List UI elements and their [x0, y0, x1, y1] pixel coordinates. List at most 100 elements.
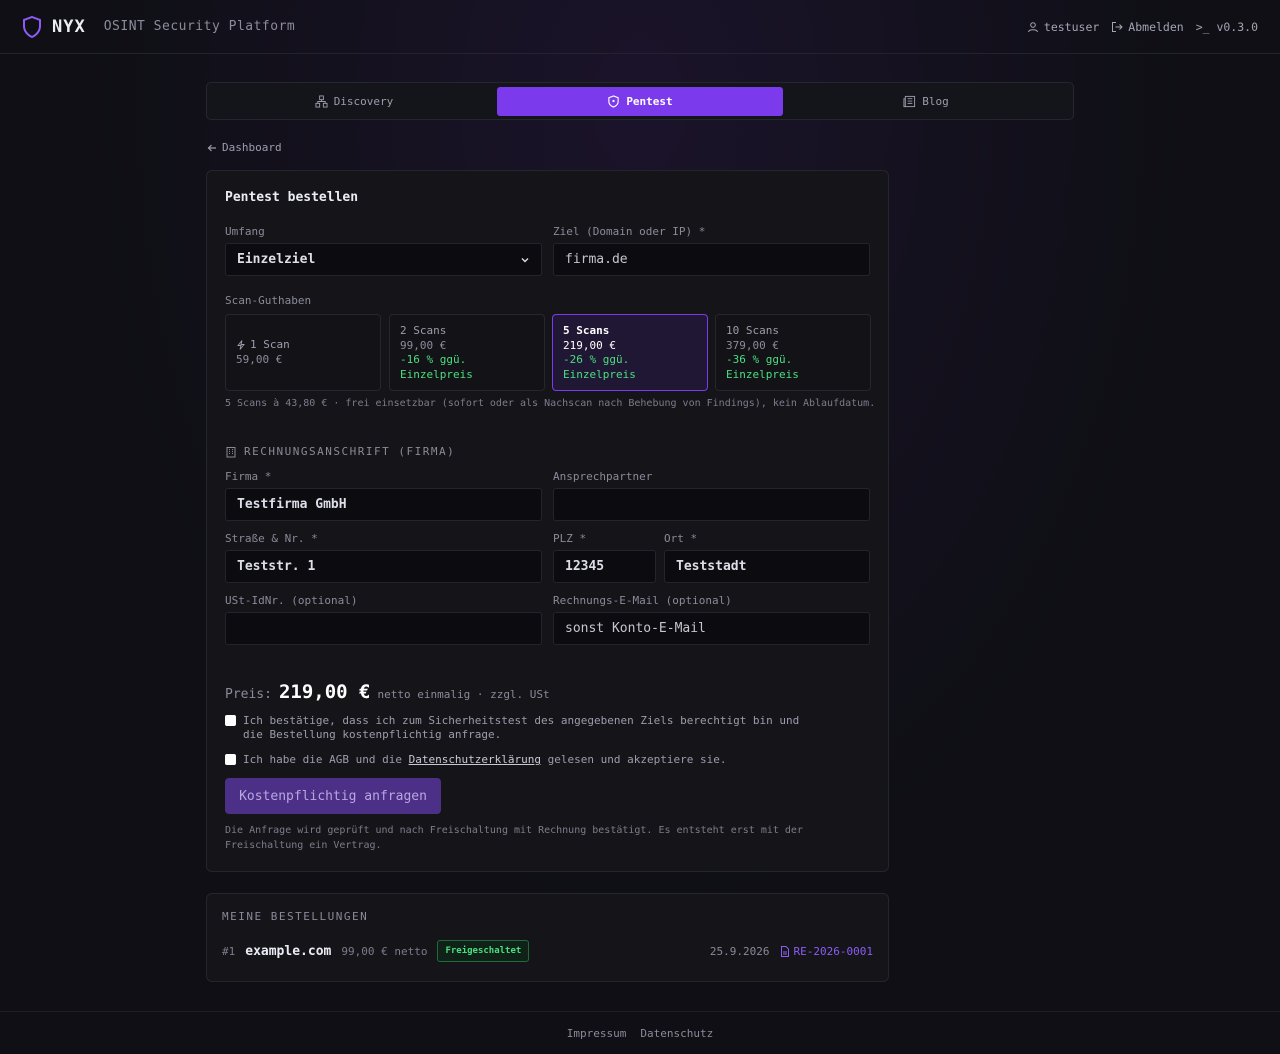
street-input[interactable]: Teststr. 1	[225, 550, 542, 583]
invoice-number: RE-2026-0001	[793, 944, 873, 958]
privacy-link[interactable]: Datenschutz	[640, 1027, 713, 1040]
credit-title: 10 Scans	[726, 324, 779, 337]
credit-saving-note: Einzelpreis	[726, 367, 799, 381]
billing-section-heading: RECHNUNGSANSCHRIFT (FIRMA)	[225, 445, 455, 458]
credit-option-2[interactable]: 2 Scans 99,00 € -16 % ggü. Einzelpreis	[389, 314, 545, 391]
invoice-link[interactable]: RE-2026-0001	[780, 945, 873, 958]
street-value: Teststr. 1	[237, 559, 316, 574]
city-input[interactable]: Teststadt	[664, 550, 870, 583]
credit-title: 2 Scans	[400, 324, 447, 337]
credit-option-5-selected[interactable]: 5 Scans 219,00 € -26 % ggü. Einzelpreis	[552, 314, 708, 391]
chevron-down-icon	[521, 257, 529, 262]
form-title: Pentest bestellen	[225, 190, 359, 205]
agb-suffix: gelesen und akzeptiere sie.	[547, 753, 727, 766]
pentest-order-form: Pentest bestellen Umfang Einzelziel Ziel…	[206, 170, 889, 872]
order-domain: example.com	[245, 943, 332, 959]
shield-icon	[608, 94, 620, 108]
contact-input[interactable]	[553, 488, 870, 521]
street-label: Straße & Nr. *	[225, 532, 318, 545]
agb-prefix: Ich habe die AGB und die	[243, 753, 402, 766]
vat-input[interactable]	[225, 612, 542, 645]
order-amount: 99,00 € netto	[341, 944, 428, 958]
target-input[interactable]: firma.de	[553, 243, 870, 276]
credit-saving-note: Einzelpreis	[563, 367, 636, 381]
contact-label: Ansprechpartner	[553, 470, 653, 483]
arrow-left-icon	[207, 144, 216, 151]
vat-label: USt-IdNr. (optional)	[225, 594, 358, 607]
network-icon	[315, 94, 328, 108]
order-number: #1	[222, 944, 236, 958]
zip-input[interactable]: 12345	[553, 550, 656, 583]
credit-option-10[interactable]: 10 Scans 379,00 € -36 % ggü. Einzelpreis	[715, 314, 871, 391]
user-icon	[1027, 21, 1038, 32]
privacy-policy-link[interactable]: Datenschutzerklärung	[409, 753, 541, 766]
credit-price: 99,00 €	[400, 338, 447, 352]
zip-value: 12345	[565, 559, 605, 574]
confirm-checkbox[interactable]	[225, 715, 236, 726]
price-suffix: netto einmalig · zzgl. USt	[377, 688, 550, 701]
shield-logo-icon	[23, 15, 41, 38]
user-menu[interactable]: testuser	[1027, 20, 1099, 34]
target-value: firma.de	[565, 252, 628, 267]
company-label: Firma *	[225, 470, 272, 483]
credits-note: 5 Scans à 43,80 € · frei einsetzbar (sof…	[225, 398, 876, 409]
city-value: Teststadt	[676, 559, 747, 574]
page-footer: Impressum Datenschutz	[0, 1011, 1280, 1054]
top-bar: NYX OSINT Security Platform testuser Abm…	[0, 0, 1280, 54]
company-value: Testfirma GmbH	[237, 497, 347, 512]
credit-saving: -16 % ggü.	[400, 353, 467, 366]
my-orders-card: MEINE BESTELLUNGEN #1 example.com 99,00 …	[206, 893, 889, 982]
target-label: Ziel (Domain oder IP) *	[553, 225, 706, 238]
confirm-text: Ich bestätige, dass ich zum Sicherheitst…	[243, 714, 800, 741]
agb-checkbox-row: Ich habe die AGB und die Datenschutzerkl…	[225, 753, 825, 767]
invoice-email-placeholder: sonst Konto-E-Mail	[565, 621, 706, 636]
logout-link[interactable]: Abmelden	[1111, 19, 1184, 34]
tab-pentest[interactable]: Pentest	[497, 86, 783, 116]
main-tabs: Discovery Pentest Blog	[206, 82, 1074, 120]
tab-label: Discovery	[333, 94, 394, 108]
price-summary: Preis: 219,00 € netto einmalig · zzgl. U…	[225, 681, 550, 703]
back-to-dashboard-link[interactable]: Dashboard	[207, 141, 282, 154]
tab-label: Pentest	[626, 94, 673, 108]
form-footnote: Die Anfrage wird geprüft und nach Freisc…	[225, 825, 803, 851]
brand[interactable]: NYX OSINT Security Platform	[22, 15, 295, 38]
tab-discovery[interactable]: Discovery	[211, 87, 497, 116]
credit-saving-note: Einzelpreis	[400, 367, 473, 381]
submit-order-button[interactable]: Kostenpflichtig anfragen	[225, 778, 441, 814]
city-label: Ort *	[664, 532, 698, 545]
agb-text: Ich habe die AGB und die Datenschutzerkl…	[243, 753, 726, 767]
credits-label: Scan-Guthaben	[225, 294, 312, 307]
back-label: Dashboard	[222, 141, 282, 154]
building-icon	[226, 446, 236, 457]
scope-label: Umfang	[225, 225, 265, 238]
document-icon	[780, 945, 789, 957]
agb-checkbox[interactable]	[225, 754, 236, 765]
orders-title: MEINE BESTELLUNGEN	[222, 910, 369, 923]
bolt-icon	[237, 340, 245, 351]
invoice-email-input[interactable]: sonst Konto-E-Mail	[553, 612, 870, 645]
zip-label: PLZ *	[553, 532, 587, 545]
logout-label: Abmelden	[1128, 19, 1184, 34]
tab-label: Blog	[922, 94, 949, 108]
credit-price: 59,00 €	[236, 352, 283, 366]
brand-name: NYX	[52, 16, 86, 37]
scope-value: Einzelziel	[237, 252, 316, 267]
confirm-authorization-checkbox-row: Ich bestätige, dass ich zum Sicherheitst…	[225, 714, 825, 742]
company-input[interactable]: Testfirma GmbH	[225, 488, 542, 521]
tab-blog[interactable]: Blog	[783, 87, 1069, 116]
version-label: >_ v0.3.0	[1195, 19, 1258, 34]
impressum-link[interactable]: Impressum	[567, 1027, 627, 1040]
status-badge: Freigeschaltet	[437, 940, 530, 962]
scope-select[interactable]: Einzelziel	[225, 243, 542, 276]
order-row: #1 example.com 99,00 € netto Freigeschal…	[222, 939, 873, 963]
newspaper-icon	[903, 95, 916, 107]
username: testuser	[1043, 19, 1100, 34]
invoice-email-label: Rechnungs-E-Mail (optional)	[553, 594, 732, 607]
credit-saving: -36 % ggü.	[726, 353, 793, 366]
price-label: Preis:	[225, 687, 272, 702]
price-value: 219,00 €	[278, 681, 371, 703]
credit-title: 1 Scan	[250, 338, 290, 351]
credit-price: 379,00 €	[726, 338, 779, 352]
credit-option-1[interactable]: 1 Scan 59,00 €	[225, 314, 381, 391]
billing-section-title: RECHNUNGSANSCHRIFT (FIRMA)	[244, 445, 456, 458]
